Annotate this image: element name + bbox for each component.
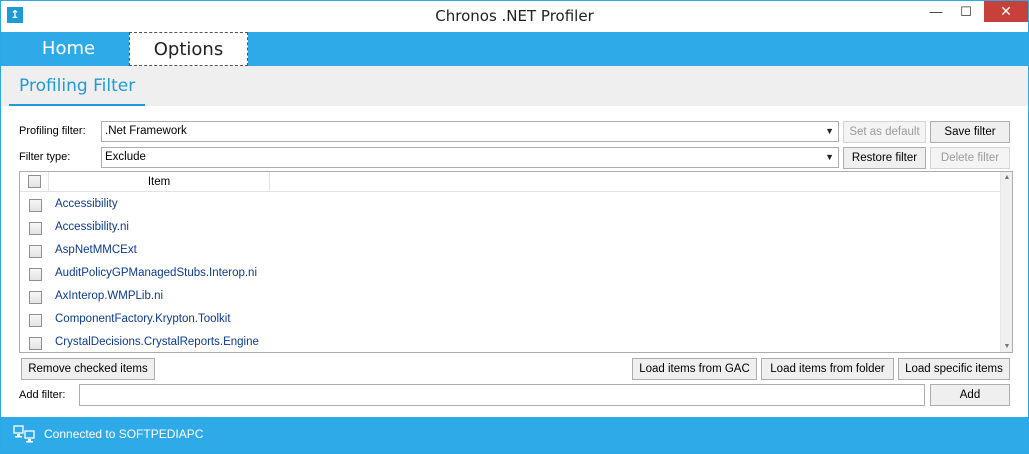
list-item[interactable]: AspNetMMCExt	[20, 240, 998, 263]
computer-connection-icon	[13, 425, 35, 443]
list-scrollbar[interactable]: ▲ ▼	[1000, 172, 1012, 352]
remove-checked-items-button[interactable]: Remove checked items	[21, 358, 155, 380]
select-all-checkbox[interactable]	[28, 175, 41, 188]
item-name: Accessibility.ni	[55, 221, 129, 233]
add-filter-label: Add filter:	[19, 389, 66, 401]
window-title: Chronos .NET Profiler	[435, 7, 594, 25]
item-checkbox[interactable]	[29, 337, 42, 350]
profiling-filter-value: .Net Framework	[105, 125, 187, 137]
item-name: AspNetMMCExt	[55, 244, 137, 256]
list-item[interactable]: AuditPolicyGPManagedStubs.Interop.ni	[20, 263, 998, 286]
restore-filter-button[interactable]: Restore filter	[843, 147, 926, 169]
delete-filter-button[interactable]: Delete filter	[930, 147, 1010, 169]
load-items-from-gac-button[interactable]: Load items from GAC	[632, 358, 757, 380]
list-header: Item	[20, 172, 1010, 192]
scroll-down-icon[interactable]: ▼	[1001, 343, 1012, 350]
app-window: ↥ Chronos .NET Profiler — ☐ ✕ Home Optio…	[0, 0, 1029, 454]
close-button[interactable]: ✕	[984, 1, 1028, 22]
section-title[interactable]: Profiling Filter	[9, 66, 146, 106]
chevron-down-icon: ▼	[825, 126, 834, 136]
item-checkbox[interactable]	[29, 291, 42, 304]
tab-home[interactable]: Home	[9, 32, 128, 66]
title-bar: ↥ Chronos .NET Profiler — ☐ ✕	[1, 1, 1028, 32]
list-item[interactable]: AxInterop.WMPLib.ni	[20, 286, 998, 309]
add-filter-input[interactable]	[79, 384, 925, 406]
ribbon-tab-bar: Home Options	[1, 32, 1028, 66]
list-item[interactable]: CrystalDecisions.CrystalReports.Engine	[20, 332, 998, 352]
add-button[interactable]: Add	[930, 384, 1010, 406]
item-name: AxInterop.WMPLib.ni	[55, 290, 164, 302]
save-filter-button[interactable]: Save filter	[930, 121, 1010, 143]
header-check-cell	[20, 172, 49, 192]
minimize-button[interactable]: —	[923, 1, 949, 22]
filter-type-combo[interactable]: Exclude ▼	[101, 147, 839, 168]
item-name: ComponentFactory.Krypton.Toolkit	[55, 313, 231, 325]
filter-type-label: Filter type:	[19, 151, 71, 163]
section-header: Profiling Filter	[1, 66, 1028, 106]
item-checkbox[interactable]	[29, 222, 42, 235]
item-name: Accessibility	[55, 198, 118, 210]
list-item[interactable]: ComponentFactory.Krypton.Toolkit	[20, 309, 998, 332]
set-as-default-button[interactable]: Set as default	[843, 121, 926, 143]
item-name: CrystalDecisions.CrystalReports.Engine	[55, 336, 259, 348]
item-checkbox[interactable]	[29, 268, 42, 281]
profiling-filter-label: Profiling filter:	[19, 125, 86, 137]
load-specific-items-button[interactable]: Load specific items	[898, 358, 1010, 380]
chevron-down-icon: ▼	[825, 152, 834, 162]
filter-type-value: Exclude	[105, 151, 146, 163]
filter-items-list[interactable]: Item Accessibility Accessibility.ni AspN…	[19, 171, 1013, 353]
status-bar: Connected to SOFTPEDIAPC	[1, 417, 1028, 453]
scroll-up-icon[interactable]: ▲	[1001, 174, 1012, 181]
item-checkbox[interactable]	[29, 245, 42, 258]
profiling-filter-combo[interactable]: .Net Framework ▼	[101, 121, 839, 142]
connection-status-text: Connected to SOFTPEDIAPC	[44, 427, 204, 441]
item-checkbox[interactable]	[29, 199, 42, 212]
list-item[interactable]: Accessibility.ni	[20, 217, 998, 240]
list-item[interactable]: Accessibility	[20, 194, 998, 217]
item-name: AuditPolicyGPManagedStubs.Interop.ni	[55, 267, 258, 279]
item-checkbox[interactable]	[29, 314, 42, 327]
column-header-item[interactable]: Item	[49, 172, 270, 192]
maximize-button[interactable]: ☐	[953, 1, 979, 22]
load-items-from-folder-button[interactable]: Load items from folder	[761, 358, 894, 380]
tab-options[interactable]: Options	[129, 32, 248, 66]
